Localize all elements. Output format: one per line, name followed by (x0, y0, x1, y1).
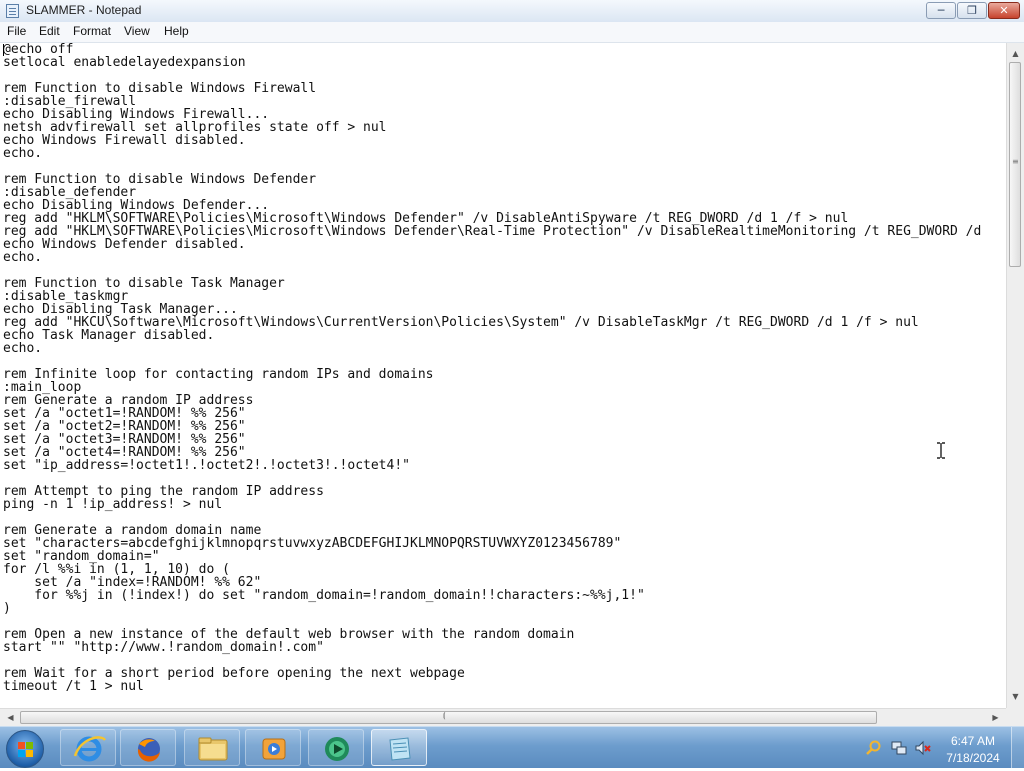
volume-muted-icon[interactable] (915, 740, 931, 756)
menu-format[interactable]: Format (73, 24, 111, 38)
notepad-icon (389, 737, 411, 761)
menu-view[interactable]: View (124, 24, 150, 38)
text-editor[interactable]: @echo off setlocal enabledelayedexpansio… (0, 43, 1006, 708)
scroll-down-icon[interactable]: ▼ (1007, 688, 1024, 705)
text-caret (3, 44, 4, 56)
minimize-icon: ─ (937, 4, 945, 17)
horizontal-scrollbar[interactable]: ◀ ⦗ ▶ (0, 708, 1006, 726)
taskbar: 6:47 AM 7/18/2024 (0, 726, 1024, 769)
size-grip[interactable] (1006, 708, 1024, 726)
menu-file[interactable]: File (7, 24, 26, 38)
close-button[interactable]: ✕ (988, 2, 1020, 19)
file-explorer-icon (198, 737, 228, 761)
maximize-icon: ❐ (967, 4, 977, 17)
taskbar-firefox[interactable] (120, 729, 176, 766)
notepad-icon (6, 4, 19, 18)
close-icon: ✕ (999, 4, 1009, 17)
text-cursor-icon (937, 442, 945, 459)
firefox-icon (137, 738, 160, 762)
scroll-left-icon[interactable]: ◀ (2, 709, 19, 726)
show-desktop-button[interactable] (1011, 727, 1024, 769)
network-icon[interactable] (891, 740, 907, 756)
menu-edit[interactable]: Edit (39, 24, 60, 38)
minimize-button[interactable]: ─ (926, 2, 956, 19)
taskbar-media-center[interactable] (308, 729, 364, 766)
windows-start-icon (18, 742, 34, 758)
maximize-button[interactable]: ❐ (957, 2, 987, 19)
vertical-scroll-thumb[interactable]: ≡ (1009, 62, 1021, 267)
taskbar-file-explorer[interactable] (184, 729, 240, 766)
media-player-icon (262, 738, 286, 760)
taskbar-notepad[interactable] (371, 729, 427, 766)
search-icon[interactable] (866, 740, 882, 756)
taskbar-media-player[interactable] (245, 729, 301, 766)
clock-date[interactable]: 7/18/2024 (940, 751, 1006, 765)
start-button[interactable] (6, 730, 44, 768)
title-bar[interactable]: SLAMMER - Notepad ─ ❐ ✕ (0, 0, 1024, 23)
grip-icon: ⦗ (443, 711, 446, 720)
grip-icon: ≡ (1012, 157, 1019, 166)
taskbar-internet-explorer[interactable] (60, 729, 116, 766)
horizontal-scroll-thumb[interactable]: ⦗ (20, 711, 877, 724)
menu-bar: File Edit Format View Help (0, 22, 1024, 43)
clock-time[interactable]: 6:47 AM (940, 734, 1006, 748)
media-center-icon (325, 737, 349, 761)
scroll-right-icon[interactable]: ▶ (987, 709, 1004, 726)
menu-help[interactable]: Help (164, 24, 189, 38)
window-title: SLAMMER - Notepad (26, 3, 142, 17)
vertical-scrollbar[interactable]: ▲ ≡ ▼ (1006, 43, 1024, 708)
editor-content[interactable]: @echo off setlocal enabledelayedexpansio… (0, 43, 1006, 693)
scroll-up-icon[interactable]: ▲ (1007, 45, 1024, 62)
internet-explorer-icon (73, 736, 107, 762)
